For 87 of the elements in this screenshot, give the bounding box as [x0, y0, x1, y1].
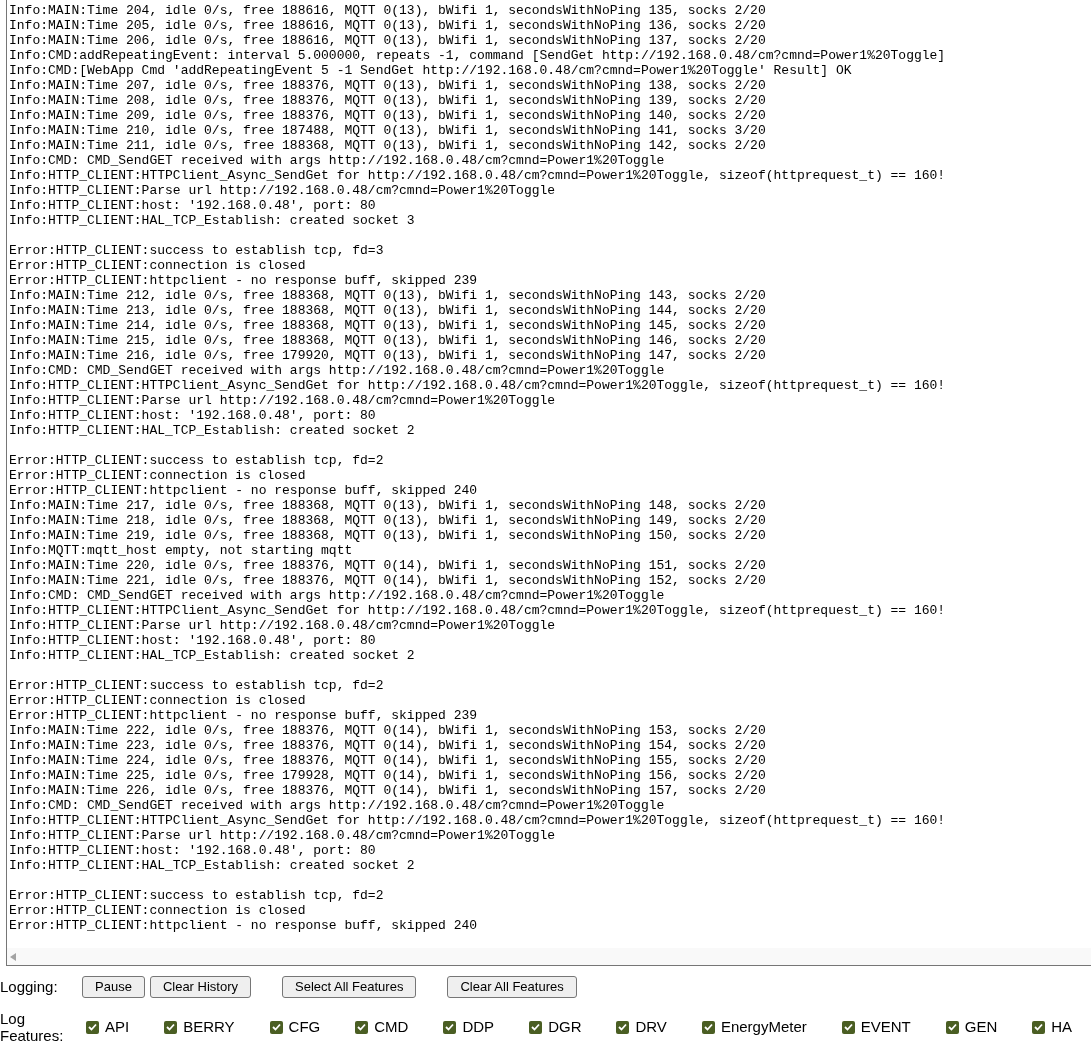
- log-line: Info:HTTP_CLIENT:HTTPClient_Async_SendGet for http://192.168.0.48/cm?cmnd=Power1%20Toggle, sizeof(httprequest_t) == 160!: [9, 168, 946, 183]
- log-line: Info:MQTT:mqtt_host empty, not starting mqtt: [9, 543, 353, 558]
- log-line: Info:HTTP_CLIENT:HTTPClient_Async_SendGet for http://192.168.0.48/cm?cmnd=Power1%20Toggle, sizeof(httprequest_t) == 160!: [9, 603, 946, 618]
- feature-label: DRV: [635, 1016, 667, 1037]
- log-line: Info:HTTP_CLIENT:HAL_TCP_Establish: created socket 2: [9, 858, 415, 873]
- log-line: Info:MAIN:Time 208, idle 0/s, free 188376, MQTT 0(13), bWifi 1, secondsWithNoPing 139, socks 2/20: [9, 93, 766, 108]
- logging-label: Logging:: [0, 976, 59, 997]
- log-line: Info:MAIN:Time 220, idle 0/s, free 188376, MQTT 0(14), bWifi 1, secondsWithNoPing 151, socks 2/20: [9, 558, 766, 573]
- log-line: Info:MAIN:Time 209, idle 0/s, free 188376, MQTT 0(13), bWifi 1, secondsWithNoPing 140, socks 2/20: [9, 108, 766, 123]
- log-control-button[interactable]: Pause: [82, 976, 145, 998]
- log-line: Info:CMD: CMD_SendGET received with args http://192.168.0.48/cm?cmnd=Power1%20Toggle: [9, 363, 665, 378]
- log-line: Info:MAIN:Time 204, idle 0/s, free 188616, MQTT 0(13), bWifi 1, secondsWithNoPing 135, socks 2/20: [9, 3, 766, 18]
- log-line: Error:HTTP_CLIENT:success to establish tcp, fd=2: [9, 453, 384, 468]
- log-line: Info:CMD: CMD_SendGET received with args http://192.168.0.48/cm?cmnd=Power1%20Toggle: [9, 588, 665, 603]
- log-line: Info:HTTP_CLIENT:HAL_TCP_Establish: created socket 2: [9, 648, 415, 663]
- log-control-button[interactable]: Select All Features: [282, 976, 417, 998]
- log-line: Info:MAIN:Time 219, idle 0/s, free 188368, MQTT 0(13), bWifi 1, secondsWithNoPing 150, socks 2/20: [9, 528, 766, 543]
- log-line: Info:HTTP_CLIENT:HAL_TCP_Establish: created socket 3: [9, 213, 415, 228]
- log-line: Info:HTTP_CLIENT:HTTPClient_Async_SendGet for http://192.168.0.48/cm?cmnd=Power1%20Toggle, sizeof(httprequest_t) == 160!: [9, 813, 946, 828]
- log-line: Info:MAIN:Time 213, idle 0/s, free 188368, MQTT 0(13), bWifi 1, secondsWithNoPing 144, socks 2/20: [9, 303, 766, 318]
- log-line: Info:MAIN:Time 206, idle 0/s, free 188616, MQTT 0(13), bWifi 1, secondsWithNoPing 137, socks 2/20: [9, 33, 766, 48]
- log-line: Info:HTTP_CLIENT:Parse url http://192.168.0.48/cm?cmnd=Power1%20Toggle: [9, 618, 556, 633]
- feature-label: BERRY: [183, 1016, 235, 1037]
- feature-checkbox[interactable]: [269, 1020, 283, 1034]
- log-line: Info:CMD:[WebApp Cmd 'addRepeatingEvent 5 -1 SendGet http://192.168.0.48/cm?cmnd=Power1%20Toggle' Result] OK: [9, 63, 852, 78]
- log-line: Info:CMD:addRepeatingEvent: interval 5.000000, repeats -1, command [SendGet http://192.168.0.48/cm?cmnd=Power1%20Toggle]: [9, 48, 946, 63]
- log-line: Error:HTTP_CLIENT:connection is closed: [9, 258, 306, 273]
- log-line: Error:HTTP_CLIENT:httpclient - no response buff, skipped 240: [9, 918, 478, 933]
- log-line: Info:HTTP_CLIENT:Parse url http://192.168.0.48/cm?cmnd=Power1%20Toggle: [9, 828, 556, 843]
- log-line: Info:MAIN:Time 224, idle 0/s, free 188376, MQTT 0(14), bWifi 1, secondsWithNoPing 155, socks 2/20: [9, 753, 766, 768]
- log-line: Info:CMD: CMD_SendGET received with args http://192.168.0.48/cm?cmnd=Power1%20Toggle: [9, 798, 665, 813]
- log-line: Info:MAIN:Time 216, idle 0/s, free 179920, MQTT 0(13), bWifi 1, secondsWithNoPing 147, socks 2/20: [9, 348, 766, 363]
- log-line: Error:HTTP_CLIENT:success to establish tcp, fd=2: [9, 888, 384, 903]
- feature-checkbox[interactable]: [701, 1020, 715, 1034]
- feature-label: CFG: [288, 1016, 321, 1037]
- log-line: Info:HTTP_CLIENT:host: '192.168.0.48', port: 80: [9, 198, 376, 213]
- horizontal-scrollbar[interactable]: [7, 948, 1091, 965]
- feature-label: CMD: [374, 1016, 409, 1037]
- log-line: Error:HTTP_CLIENT:connection is closed: [9, 903, 306, 918]
- log-line: Info:HTTP_CLIENT:HAL_TCP_Establish: created socket 2: [9, 423, 415, 438]
- log-line: Error:HTTP_CLIENT:success to establish tcp, fd=3: [9, 243, 384, 258]
- log-line: Info:MAIN:Time 215, idle 0/s, free 188368, MQTT 0(13), bWifi 1, secondsWithNoPing 146, socks 2/20: [9, 333, 766, 348]
- log-line: Info:MAIN:Time 207, idle 0/s, free 188376, MQTT 0(13), bWifi 1, secondsWithNoPing 138, socks 2/20: [9, 78, 766, 93]
- feature-checkbox[interactable]: [1032, 1020, 1046, 1034]
- log-line: Info:HTTP_CLIENT:host: '192.168.0.48', port: 80: [9, 633, 376, 648]
- log-line: Info:MAIN:Time 223, idle 0/s, free 188376, MQTT 0(14), bWifi 1, secondsWithNoPing 154, socks 2/20: [9, 738, 766, 753]
- log-line: Info:MAIN:Time 212, idle 0/s, free 188368, MQTT 0(13), bWifi 1, secondsWithNoPing 143, socks 2/20: [9, 288, 766, 303]
- log-line: Error:HTTP_CLIENT:success to establish tcp, fd=2: [9, 678, 384, 693]
- log-line: Error:HTTP_CLIENT:connection is closed: [9, 693, 306, 708]
- log-line: Error:HTTP_CLIENT:httpclient - no response buff, skipped 239: [9, 708, 478, 723]
- feature-label: DGR: [548, 1016, 582, 1037]
- log-line: Error:HTTP_CLIENT:connection is closed: [9, 468, 306, 483]
- log-line: Info:MAIN:Time 211, idle 0/s, free 188368, MQTT 0(13), bWifi 1, secondsWithNoPing 142, socks 2/20: [9, 138, 766, 153]
- feature-checkbox[interactable]: [529, 1020, 543, 1034]
- feature-label: GEN: [964, 1016, 998, 1037]
- log-line: Info:HTTP_CLIENT:Parse url http://192.168.0.48/cm?cmnd=Power1%20Toggle: [9, 183, 556, 198]
- log-line: Error:HTTP_CLIENT:httpclient - no response buff, skipped 240: [9, 483, 478, 498]
- log-line: Info:MAIN:Time 218, idle 0/s, free 188368, MQTT 0(13), bWifi 1, secondsWithNoPing 149, socks 2/20: [9, 513, 766, 528]
- feature-checkbox[interactable]: [443, 1020, 457, 1034]
- feature-label: DDP: [462, 1016, 495, 1037]
- feature-checkbox[interactable]: [355, 1020, 369, 1034]
- log-line: Info:MAIN:Time 226, idle 0/s, free 188376, MQTT 0(14), bWifi 1, secondsWithNoPing 157, socks 2/20: [9, 783, 766, 798]
- log-line: Info:MAIN:Time 217, idle 0/s, free 188368, MQTT 0(13), bWifi 1, secondsWithNoPing 148, socks 2/20: [9, 498, 766, 513]
- feature-label: EnergyMeter: [720, 1016, 807, 1037]
- log-line: Info:HTTP_CLIENT:host: '192.168.0.48', port: 80: [9, 408, 376, 423]
- log-line: Info:CMD: CMD_SendGET received with args http://192.168.0.48/cm?cmnd=Power1%20Toggle: [9, 153, 665, 168]
- log-line: Info:MAIN:Time 222, idle 0/s, free 188376, MQTT 0(14), bWifi 1, secondsWithNoPing 153, socks 2/20: [9, 723, 766, 738]
- feature-checkbox[interactable]: [841, 1020, 855, 1034]
- log-control-button[interactable]: Clear All Features: [447, 976, 577, 998]
- log-line: Info:MAIN:Time 225, idle 0/s, free 179928, MQTT 0(14), bWifi 1, secondsWithNoPing 156, socks 2/20: [9, 768, 766, 783]
- log-control-button[interactable]: Clear History: [149, 976, 251, 998]
- log-line: Info:MAIN:Time 221, idle 0/s, free 188376, MQTT 0(14), bWifi 1, secondsWithNoPing 152, socks 2/20: [9, 573, 766, 588]
- log-line: Info:MAIN:Time 210, idle 0/s, free 187488, MQTT 0(13), bWifi 1, secondsWithNoPing 141, socks 3/20: [9, 123, 766, 138]
- feature-label: HA: [1051, 1016, 1073, 1037]
- log-line: Info:HTTP_CLIENT:HTTPClient_Async_SendGet for http://192.168.0.48/cm?cmnd=Power1%20Toggle, sizeof(httprequest_t) == 160!: [9, 378, 946, 393]
- feature-checkbox[interactable]: [945, 1020, 959, 1034]
- feature-label: EVENT: [860, 1016, 911, 1037]
- log-line: Error:HTTP_CLIENT:httpclient - no response buff, skipped 239: [9, 273, 478, 288]
- feature-checkbox[interactable]: [616, 1020, 630, 1034]
- feature-checkbox[interactable]: [164, 1020, 178, 1034]
- log-line: Info:HTTP_CLIENT:host: '192.168.0.48', port: 80: [9, 843, 376, 858]
- log-line: Info:HTTP_CLIENT:Parse url http://192.168.0.48/cm?cmnd=Power1%20Toggle: [9, 393, 556, 408]
- feature-checkbox[interactable]: [86, 1020, 99, 1034]
- log-line: Info:MAIN:Time 205, idle 0/s, free 188616, MQTT 0(13), bWifi 1, secondsWithNoPing 136, socks 2/20: [9, 18, 766, 33]
- log-line: Info:MAIN:Time 214, idle 0/s, free 188368, MQTT 0(13), bWifi 1, secondsWithNoPing 145, socks 2/20: [9, 318, 766, 333]
- feature-label: API: [105, 1016, 130, 1037]
- log-features-label: Log Features:: [0, 1010, 65, 1044]
